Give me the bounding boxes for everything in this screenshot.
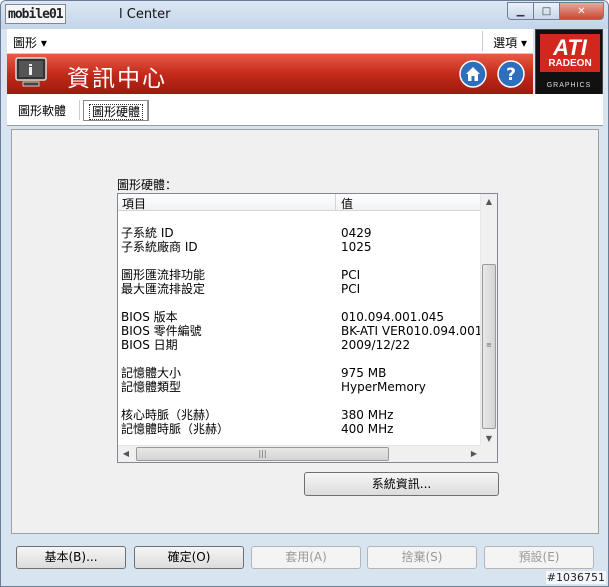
list-header: 項目 值: [118, 194, 482, 211]
row-key: 子系統 ID: [121, 226, 174, 240]
hardware-list-view[interactable]: 項目 值 子系統 ID 0429 子系統廠商 ID 1025 圖形匯流排功能 PCI 最大匯…: [117, 193, 498, 463]
table-row[interactable]: 記憶體類型 HyperMemory: [118, 380, 482, 394]
row-key: 最大匯流排設定: [121, 282, 206, 296]
row-value: 010.094.001.045: [341, 310, 445, 324]
scroll-left-arrow-icon[interactable]: ◀: [118, 446, 134, 462]
row-value: 2009/12/22: [341, 338, 411, 352]
scrollbar-corner: [480, 445, 497, 462]
menu-bar: 圖形 ▾ 選項 ▾: [7, 29, 533, 54]
row-key: 記憶體大小: [121, 366, 182, 380]
row-value: 0429: [341, 226, 372, 240]
column-header-value[interactable]: 值: [341, 195, 353, 212]
row-key: 圖形匯流排功能: [121, 268, 206, 282]
row-key: BIOS 版本: [121, 310, 178, 324]
scroll-up-arrow-icon[interactable]: ▲: [481, 194, 497, 210]
tab-separator: [79, 100, 80, 120]
graphics-logo-text: GRAPHICS: [546, 82, 592, 89]
title-bar[interactable]: mobile01 l Center ▁ □ ✕: [1, 1, 608, 29]
menu-options[interactable]: 選項 ▾: [493, 34, 527, 51]
menu-separator: [482, 31, 483, 51]
table-row[interactable]: [118, 296, 482, 310]
row-value: BK-ATI VER010.094.001.045: [341, 324, 498, 338]
table-row[interactable]: [118, 352, 482, 366]
row-value: 1025: [341, 240, 372, 254]
row-key: BIOS 日期: [121, 338, 178, 352]
defaults-button[interactable]: 預設(E): [484, 546, 594, 569]
tab-separator: [147, 100, 148, 120]
row-key: 記憶體類型: [121, 380, 182, 394]
window-title: l Center: [119, 7, 171, 22]
table-row[interactable]: BIOS 版本 010.094.001.045: [118, 310, 482, 324]
catalyst-control-center-window: mobile01 l Center ▁ □ ✕ 圖形 ▾ 選項 ▾ 資訊中心 ?: [0, 0, 609, 587]
footer-button-row: 基本(B)... 確定(O) 套用(A) 捨棄(S) 預設(E): [7, 538, 603, 586]
row-value: 380 MHz: [341, 408, 394, 422]
table-row[interactable]: 子系統 ID 0429: [118, 226, 482, 240]
basic-button[interactable]: 基本(B)...: [16, 546, 126, 569]
tab-bar: 圖形軟體 圖形硬體: [7, 94, 603, 126]
hardware-panel: 圖形硬體： 項目 值 子系統 ID 0429 子系統廠商 ID 1025 圖形匯流排功能…: [11, 129, 599, 534]
tab-graphics-software[interactable]: 圖形軟體: [13, 100, 71, 121]
monitor-icon: [15, 57, 47, 87]
window-controls: ▁ □ ✕: [507, 2, 604, 20]
horizontal-scrollbar[interactable]: ◀ ||| ▶: [118, 445, 482, 462]
minimize-button[interactable]: ▁: [507, 2, 534, 20]
row-value: 975 MB: [341, 366, 387, 380]
scroll-grip-icon: ≡: [486, 341, 492, 349]
tab-graphics-hardware-label: 圖形硬體: [89, 104, 144, 120]
hardware-group-label: 圖形硬體：: [117, 178, 178, 192]
row-value: PCI: [341, 282, 361, 296]
table-row[interactable]: 記憶體時脈（兆赫） 400 MHz: [118, 422, 482, 436]
table-row[interactable]: [118, 254, 482, 268]
row-key: 核心時脈（兆赫）: [121, 408, 218, 422]
table-row[interactable]: 最大匯流排設定 PCI: [118, 282, 482, 296]
table-row[interactable]: BIOS 零件編號 BK-ATI VER010.094.001.045: [118, 324, 497, 338]
page-banner: 資訊中心 ?: [7, 54, 533, 94]
maximize-button[interactable]: □: [533, 2, 560, 20]
table-row[interactable]: 記憶體大小 975 MB: [118, 366, 482, 380]
row-value: HyperMemory: [341, 380, 426, 394]
site-logo: mobile01: [5, 4, 66, 24]
page-title: 資訊中心: [67, 66, 167, 92]
table-row[interactable]: 圖形匯流排功能 PCI: [118, 268, 482, 282]
watermark-text: #1036751: [545, 571, 606, 584]
tab-graphics-hardware[interactable]: 圖形硬體: [83, 100, 150, 121]
row-value: 400 MHz: [341, 422, 394, 436]
svg-text:?: ?: [506, 65, 516, 85]
table-row[interactable]: [118, 394, 482, 408]
row-value: PCI: [341, 268, 361, 282]
table-row[interactable]: BIOS 日期 2009/12/22: [118, 338, 482, 352]
vertical-scrollbar[interactable]: ▲ ≡ ▼: [480, 194, 497, 447]
ok-button[interactable]: 確定(O): [134, 546, 244, 569]
close-button[interactable]: ✕: [559, 2, 604, 20]
home-icon[interactable]: [459, 60, 487, 88]
row-key: BIOS 零件編號: [121, 324, 202, 338]
discard-button[interactable]: 捨棄(S): [367, 546, 477, 569]
list-rows: 子系統 ID 0429 子系統廠商 ID 1025 圖形匯流排功能 PCI 最大匯流排設定 P…: [118, 226, 497, 436]
table-row[interactable]: 子系統廠商 ID 1025: [118, 240, 482, 254]
system-info-button[interactable]: 系統資訊...: [304, 472, 499, 496]
radeon-logo-text: RADEON: [548, 58, 592, 69]
help-icon[interactable]: ?: [497, 60, 525, 88]
apply-button[interactable]: 套用(A): [251, 546, 361, 569]
row-key: 記憶體時脈（兆赫）: [121, 422, 230, 436]
ati-logo-block: ATI RADEON: [540, 34, 600, 72]
menu-graphics[interactable]: 圖形 ▾: [13, 34, 47, 51]
row-key: 子系統廠商 ID: [121, 240, 198, 254]
column-header-item[interactable]: 項目: [122, 195, 146, 212]
ati-radeon-logo: ATI RADEON GRAPHICS: [535, 29, 603, 95]
horizontal-scroll-thumb[interactable]: |||: [136, 447, 389, 461]
vertical-scroll-thumb[interactable]: ≡: [482, 264, 496, 429]
table-row[interactable]: 核心時脈（兆赫） 380 MHz: [118, 408, 482, 422]
column-divider[interactable]: [335, 194, 336, 211]
